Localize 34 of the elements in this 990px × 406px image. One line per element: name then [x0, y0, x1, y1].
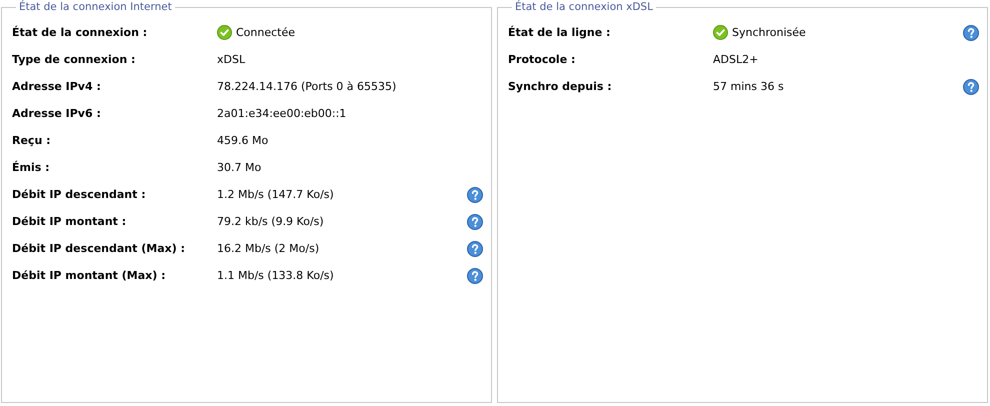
field-value: xDSL	[217, 53, 246, 66]
panel-title: État de la connexion Internet	[18, 1, 173, 13]
field-value: 30.7 Mo	[217, 161, 262, 174]
field-label: Débit IP descendant :	[12, 188, 147, 201]
help-icon[interactable]	[467, 214, 483, 230]
field-label: Reçu :	[12, 134, 52, 147]
field-value: 2a01:e34:ee00:eb00::1	[217, 107, 346, 120]
field-label: État de la ligne :	[508, 26, 612, 39]
help-icon[interactable]	[467, 186, 483, 202]
field-value: 459.6 Mo	[217, 134, 268, 147]
help-icon[interactable]	[963, 24, 979, 40]
field-value: Connectée	[236, 26, 296, 39]
field-value: 16.2 Mb/s (2 Mo/s)	[217, 242, 320, 255]
field-value: 78.224.14.176 (Ports 0 à 65535)	[217, 80, 396, 93]
help-icon[interactable]	[963, 78, 979, 94]
field-value: ADSL2+	[713, 53, 758, 66]
help-icon[interactable]	[467, 240, 483, 256]
field-label: Type de connexion :	[12, 53, 136, 66]
field-label: État de la connexion :	[12, 26, 148, 39]
field-value: 1.1 Mb/s (133.8 Ko/s)	[217, 269, 334, 282]
field-label: Débit IP descendant (Max) :	[12, 242, 186, 255]
field-label: Débit IP montant :	[12, 215, 128, 228]
field-value: Synchronisée	[732, 26, 806, 39]
help-icon[interactable]	[467, 268, 483, 284]
field-value: 1.2 Mb/s (147.7 Ko/s)	[217, 188, 334, 201]
field-label: Synchro depuis :	[508, 80, 613, 93]
field-label: Émis :	[12, 161, 51, 174]
field-value: 79.2 kb/s (9.9 Ko/s)	[217, 215, 324, 228]
field-label: Débit IP montant (Max) :	[12, 269, 167, 282]
field-label: Protocole :	[508, 53, 576, 66]
panel-title: État de la connexion xDSL	[514, 1, 654, 13]
field-label: Adresse IPv4 :	[12, 80, 102, 93]
field-value: 57 mins 36 s	[713, 80, 784, 93]
field-label: Adresse IPv6 :	[12, 107, 102, 120]
